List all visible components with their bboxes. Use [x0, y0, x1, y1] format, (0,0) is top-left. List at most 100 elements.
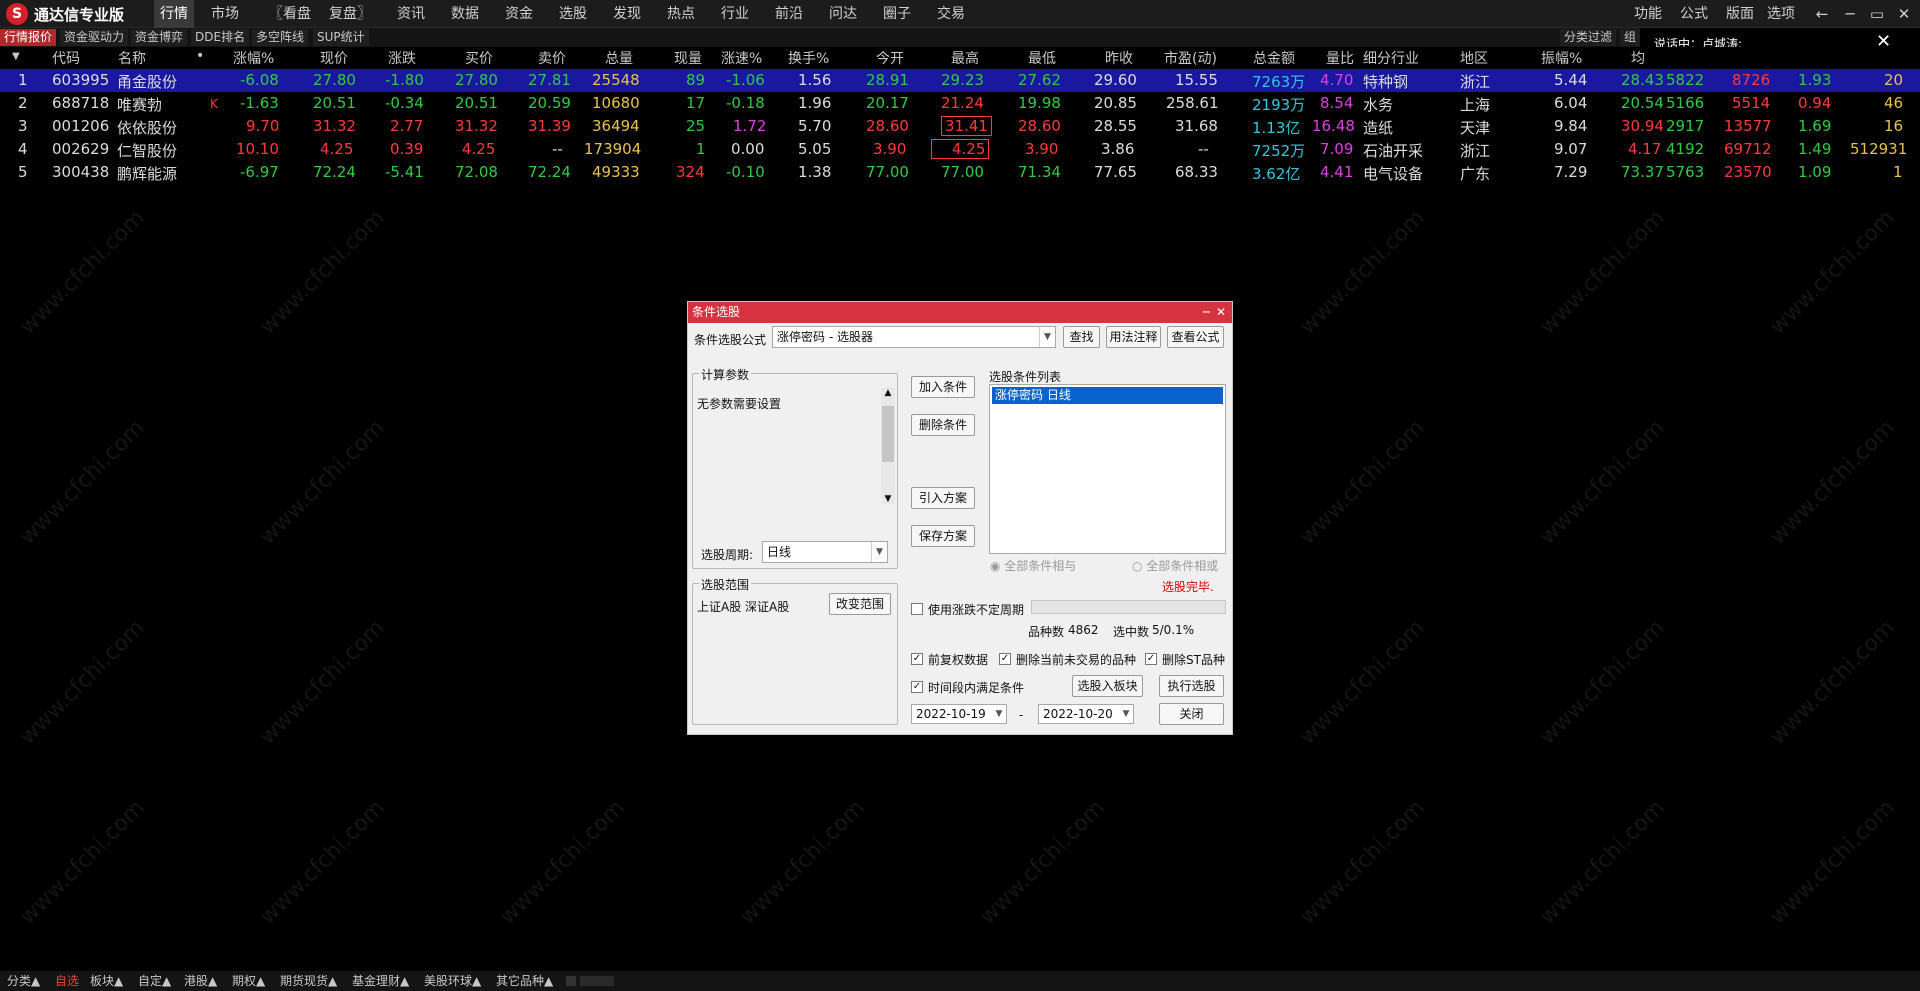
col-name[interactable]: 名称	[118, 48, 146, 68]
col-cur[interactable]: 现量	[674, 48, 702, 68]
col-vol[interactable]: 总量	[605, 48, 633, 68]
find-button[interactable]: 查找	[1063, 326, 1100, 348]
tab-quote[interactable]: 行情报价	[0, 29, 57, 46]
bottom-tab-category[interactable]: 分类▲	[4, 973, 43, 989]
import-plan-button[interactable]: 引入方案	[911, 487, 975, 509]
col-code[interactable]: 代码	[52, 48, 80, 68]
menu-item-zixun[interactable]: 资讯	[397, 0, 425, 28]
menu-item-hangqing[interactable]: 行情	[154, 0, 194, 28]
menu-item-fupan[interactable]: 复盘〗	[329, 0, 371, 28]
col-pct[interactable]: 涨幅%	[233, 48, 274, 68]
tab-fund-driven[interactable]: 资金驱动力	[60, 29, 129, 46]
menu-item-xuangu[interactable]: 选股	[559, 0, 587, 28]
close-button[interactable]: 关闭	[1159, 703, 1224, 725]
menu-item-xuanxiang[interactable]: 选项	[1767, 0, 1795, 28]
table-row[interactable]: 2 688718 唯赛勃 K -1.63 20.51 -0.34 20.51 2…	[0, 92, 1920, 115]
formula-select[interactable]: 涨停密码 - 选股器 ▼	[772, 326, 1056, 348]
chevron-down-icon[interactable]: ▼	[871, 542, 887, 562]
view-formula-button[interactable]: 查看公式	[1167, 326, 1224, 348]
execute-button[interactable]: 执行选股	[1159, 675, 1224, 697]
checkbox-variable-period[interactable]	[911, 603, 923, 615]
bottom-tab-sector[interactable]: 板块▲	[87, 973, 126, 989]
col-pe[interactable]: 市盈(动)	[1164, 48, 1217, 68]
bottom-tab-other[interactable]: 其它品种▲	[493, 973, 556, 989]
col-open[interactable]: 今开	[876, 48, 904, 68]
change-scope-button[interactable]: 改变范围	[829, 593, 891, 615]
scroll-down-icon[interactable]: ▼	[881, 494, 895, 504]
date-to-picker[interactable]: 2022-10-20 ▼	[1038, 704, 1134, 724]
menu-item-faxian[interactable]: 发现	[613, 0, 641, 28]
tab-dde[interactable]: DDE排名	[191, 29, 250, 46]
col-ask[interactable]: 卖价	[538, 48, 566, 68]
col-chg[interactable]: 涨跌	[388, 48, 416, 68]
bottom-tab-custom[interactable]: 自定▲	[135, 973, 174, 989]
usage-notes-button[interactable]: 用法注释	[1106, 326, 1161, 348]
col-amp[interactable]: 振幅%	[1541, 48, 1582, 68]
period-select[interactable]: 日线 ▼	[762, 541, 888, 563]
condition-list[interactable]: 涨停密码 日线	[989, 384, 1226, 554]
bottom-tab-watchlist[interactable]: 自选	[52, 973, 82, 989]
table-row[interactable]: 5 300438 鹏辉能源 -6.97 72.24 -5.41 72.08 72…	[0, 161, 1920, 184]
tab-sup[interactable]: SUP统计	[313, 29, 369, 46]
delete-condition-button[interactable]: 删除条件	[911, 414, 975, 436]
menu-item-shuju[interactable]: 数据	[451, 0, 479, 28]
radio-or[interactable]: ○ 全部条件相或	[1132, 557, 1218, 574]
tab-long-short[interactable]: 多空阵线	[252, 29, 309, 46]
list-item[interactable]: 涨停密码 日线	[992, 387, 1223, 404]
add-condition-button[interactable]: 加入条件	[911, 376, 975, 398]
menu-item-redian[interactable]: 热点	[667, 0, 695, 28]
scroll-up-icon[interactable]: ▲	[881, 388, 895, 398]
minimize-icon[interactable]: ─	[1838, 0, 1862, 28]
col-avg[interactable]: 均	[1631, 48, 1645, 68]
dialog-title-bar[interactable]: 条件选股 ─ ✕	[688, 302, 1232, 323]
menu-item-jiaoyi[interactable]: 交易	[937, 0, 965, 28]
col-turn[interactable]: 换手%	[788, 48, 829, 68]
dialog-close-icon[interactable]: ✕	[1216, 302, 1226, 323]
params-scrollbar[interactable]: ▲ ▼	[881, 388, 895, 504]
col-amt[interactable]: 总金额	[1253, 48, 1295, 68]
to-block-button[interactable]: 选股入板块	[1072, 675, 1143, 697]
col-bid[interactable]: 买价	[465, 48, 493, 68]
bottom-tab-us[interactable]: 美股环球▲	[421, 973, 484, 989]
restore-icon[interactable]: ▭	[1865, 0, 1889, 28]
col-lb[interactable]: 量比	[1326, 48, 1354, 68]
bottom-tab-funds[interactable]: 基金理财▲	[349, 973, 412, 989]
checkbox-untraded[interactable]: ✓	[999, 653, 1011, 665]
col-speed[interactable]: 涨速%	[721, 48, 762, 68]
scroll-thumb[interactable]	[882, 406, 894, 462]
col-ind[interactable]: 细分行业	[1363, 48, 1419, 68]
tab-filter[interactable]: 分类过滤	[1560, 29, 1617, 46]
menu-item-gongshi[interactable]: 公式	[1680, 0, 1708, 28]
menu-item-qianyan[interactable]: 前沿	[775, 0, 803, 28]
checkbox-st[interactable]: ✓	[1145, 653, 1157, 665]
calendar-dropdown-icon[interactable]: ▼	[992, 705, 1006, 723]
bottom-tab-futures[interactable]: 期货现货▲	[277, 973, 340, 989]
menu-item-kanpan[interactable]: 〖看盘	[269, 0, 311, 28]
table-row[interactable]: 3 001206 依依股份 9.70 31.32 2.77 31.32 31.3…	[0, 115, 1920, 138]
date-from-picker[interactable]: 2022-10-19 ▼	[911, 704, 1007, 724]
menu-item-wenda[interactable]: 问达	[829, 0, 857, 28]
menu-item-shichang[interactable]: 市场	[211, 0, 239, 28]
menu-item-zijin[interactable]: 资金	[505, 0, 533, 28]
table-row[interactable]: 1 603995 甬金股份 -6.08 27.80 -1.80 27.80 27…	[0, 69, 1920, 92]
back-icon[interactable]: ←	[1810, 0, 1834, 28]
col-high[interactable]: 最高	[951, 48, 979, 68]
sort-icon[interactable]: ▼	[12, 51, 20, 62]
save-plan-button[interactable]: 保存方案	[911, 525, 975, 547]
col-area[interactable]: 地区	[1460, 48, 1488, 68]
col-price[interactable]: 现价	[320, 48, 348, 68]
chevron-down-icon[interactable]: ▼	[1039, 327, 1055, 347]
checkbox-time-range[interactable]: ✓	[911, 681, 923, 693]
dialog-minimize-icon[interactable]: ─	[1203, 302, 1210, 323]
scroll-left-icon[interactable]	[566, 976, 576, 986]
menu-item-gongneng[interactable]: 功能	[1634, 0, 1662, 28]
bottom-tab-hk[interactable]: 港股▲	[181, 973, 220, 989]
radio-and[interactable]: ◉ 全部条件相与	[990, 557, 1076, 574]
bottom-tab-options[interactable]: 期权▲	[229, 973, 268, 989]
close-icon[interactable]: ✕	[1892, 0, 1916, 28]
col-prev[interactable]: 昨收	[1105, 48, 1133, 68]
tab-group[interactable]: 组	[1620, 29, 1641, 46]
col-low[interactable]: 最低	[1028, 48, 1056, 68]
menu-item-hangye[interactable]: 行业	[721, 0, 749, 28]
table-row[interactable]: 4 002629 仁智股份 10.10 4.25 0.39 4.25 -- 17…	[0, 138, 1920, 161]
